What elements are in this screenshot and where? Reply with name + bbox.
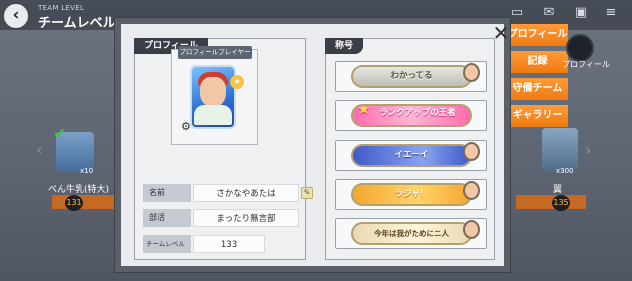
check-icon: ✔ (53, 124, 67, 143)
profile-modal: ✕ プロフィール プロフィールプレイヤー ★ ⚙ 名前 さかなやあたは ✎ 部活… (115, 18, 510, 272)
team-level-caption: TEAM LEVEL (38, 4, 85, 12)
title-badge: わかってる (351, 65, 472, 88)
chevron-left-icon[interactable]: ‹ (36, 140, 42, 159)
star-icon: ★ (357, 104, 371, 118)
menu-icon[interactable]: ≡ (602, 6, 620, 20)
title-badge: ラジャ！ (351, 183, 472, 206)
title-text: 今年は我がためにニ人 (374, 229, 449, 238)
title-slot-4[interactable]: ラジャ！ (335, 179, 487, 210)
title-slot-2[interactable]: ★ ランクアップの王者 (335, 100, 487, 131)
title-slot-3[interactable]: イエーイ (335, 140, 487, 171)
profile-player-label: プロフィールプレイヤー (178, 46, 252, 59)
titles-panel-header: 称号 (325, 38, 364, 54)
tab-defense-team[interactable]: 守備チーム (507, 78, 568, 100)
item-feather-icon[interactable] (542, 128, 578, 172)
character-face-icon (463, 220, 480, 239)
player-card[interactable]: ★ (190, 65, 244, 129)
item-count: x10 (80, 167, 94, 175)
tab-gallery[interactable]: ギャラリー (507, 105, 568, 127)
avatar-label: プロフィール (562, 60, 610, 69)
level-badge: 135 (552, 195, 570, 211)
level-bar (516, 195, 586, 209)
title-badge: ★ ランクアップの王者 (351, 104, 472, 127)
character-face-icon (463, 181, 480, 200)
edit-icon[interactable]: ✎ (301, 187, 313, 199)
tab-profile[interactable]: プロフィール (507, 24, 568, 46)
team-level-label: チームレベル (143, 235, 191, 253)
star-icon: ★ (230, 75, 244, 89)
avatar[interactable] (566, 34, 594, 62)
title-badge: 今年は我がためにニ人 (351, 222, 472, 245)
bag-icon[interactable]: ▣ (572, 6, 590, 20)
player-face (200, 77, 226, 107)
chevron-right-icon[interactable]: › (585, 140, 591, 159)
team-level-title: チームレベル (38, 16, 116, 31)
item-name: べん牛乳(特大) (48, 185, 110, 195)
title-slot-5[interactable]: 今年は我がためにニ人 (335, 218, 487, 249)
item-name: 翼 (553, 185, 563, 195)
gear-icon[interactable]: ⚙ (181, 120, 191, 133)
item-count: x300 (556, 167, 574, 175)
character-face-icon (463, 142, 480, 161)
profile-panel: プロフィール プロフィールプレイヤー ★ ⚙ 名前 さかなやあたは ✎ 部活 ま… (134, 38, 313, 260)
profile-player-frame[interactable]: プロフィールプレイヤー ★ ⚙ (171, 46, 258, 145)
title-text: ラジャ！ (394, 189, 429, 199)
level-badge: 131 (65, 195, 83, 211)
club-label: 部活 (143, 209, 191, 227)
name-value: さかなやあたは (193, 184, 299, 202)
titles-panel: 称号 わかってる ★ ランクアップの王者 イエーイ ラジャ！ 今年は我がためにニ… (325, 38, 495, 260)
team-level-value: 133 (193, 235, 265, 253)
character-face-icon (463, 63, 480, 82)
title-slot-1[interactable]: わかってる (335, 61, 487, 92)
title-badge: イエーイ (351, 144, 472, 167)
chat-icon[interactable]: ▭ (508, 6, 526, 20)
mail-icon[interactable]: ✉ (540, 6, 558, 20)
level-bar (52, 195, 114, 209)
title-text: ランクアップの王者 (379, 108, 456, 118)
player-shirt (194, 105, 232, 125)
back-button[interactable]: ‹ (4, 4, 28, 28)
side-tabs: プロフィール 記録 守備チーム ギャラリー (507, 24, 569, 132)
title-text: わかってる (390, 71, 433, 81)
tab-records[interactable]: 記録 (507, 51, 568, 73)
title-text: イエーイ (394, 150, 429, 160)
club-value: まったり無言部 (193, 209, 299, 227)
name-label: 名前 (143, 184, 191, 202)
